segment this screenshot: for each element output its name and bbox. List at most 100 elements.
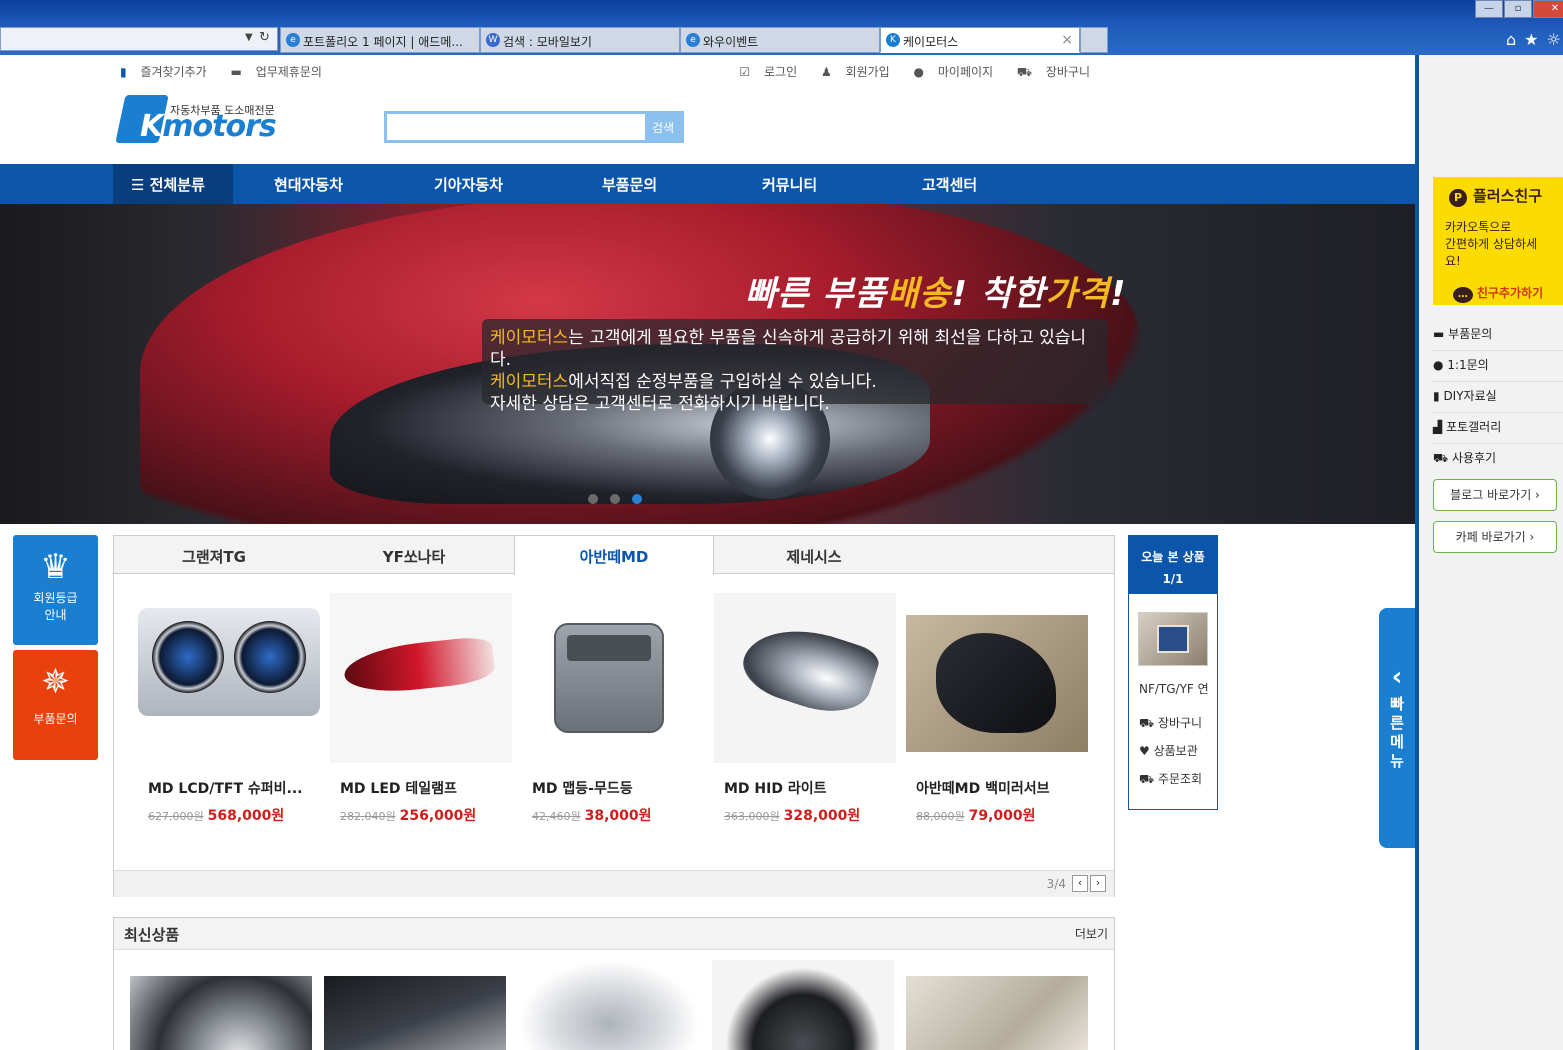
side-link-parts-inquiry[interactable]: ▬ 부품문의 bbox=[1431, 317, 1563, 351]
check-icon: ☑ bbox=[739, 65, 751, 79]
main-nav: ☰ 전체분류 현대자동차 기아자동차 부품문의 커뮤니티 고객센터 bbox=[0, 164, 1415, 204]
side-link-reviews[interactable]: ⛟ 사용후기 bbox=[1431, 441, 1563, 475]
nav-kia[interactable]: 기아자동차 bbox=[434, 174, 503, 195]
new-product-image[interactable] bbox=[518, 960, 700, 1050]
ie-icon: e bbox=[686, 33, 700, 47]
side-link-diy[interactable]: ▮ DIY자료실 bbox=[1431, 379, 1563, 413]
product-tab-box: 그랜져TG YF쏘나타 아반떼MD 제네시스 MD LCD/TFT 슈퍼비...… bbox=[113, 535, 1115, 897]
product-tabs: 그랜져TG YF쏘나타 아반떼MD 제네시스 bbox=[114, 536, 1114, 575]
prev-page-button[interactable]: ‹ bbox=[1072, 875, 1088, 892]
product-card[interactable]: MD LED 테일램프 282,040원 256,000원 bbox=[330, 593, 512, 824]
newest-title: 최신상품 bbox=[114, 918, 1114, 950]
new-product-image[interactable] bbox=[324, 976, 506, 1050]
search-input[interactable] bbox=[387, 114, 642, 140]
nav-hyundai[interactable]: 현대자동차 bbox=[274, 174, 343, 195]
side-link-1to1[interactable]: ● 1:1문의 bbox=[1431, 348, 1563, 382]
new-product-image[interactable] bbox=[906, 976, 1088, 1050]
user-icon: ● bbox=[913, 65, 925, 79]
tab-genesis[interactable]: 제네시스 bbox=[714, 536, 914, 574]
person-icon: ♟ bbox=[820, 65, 832, 79]
recent-product-thumb[interactable] bbox=[1138, 612, 1208, 666]
kakao-p-icon: P bbox=[1449, 189, 1467, 207]
browser-tab-kmotors[interactable]: K 케이모터스 × bbox=[880, 27, 1080, 53]
nav-all-categories[interactable]: ☰ 전체분류 bbox=[113, 164, 233, 204]
browser-tab-search[interactable]: W 검색 : 모바일보기 bbox=[480, 27, 680, 53]
browser-tab-portfolio[interactable]: e 포트폴리오 1 페이지 | 애드메... bbox=[280, 27, 480, 53]
chart-icon: ▟ bbox=[1433, 420, 1443, 434]
side-link-photo-gallery[interactable]: ▟ 포토갤러리 bbox=[1431, 410, 1563, 444]
add-friend-button[interactable]: … 친구추가하기 bbox=[1445, 284, 1551, 303]
cart-link[interactable]: ⛟ 장바구니 bbox=[1017, 65, 1100, 79]
chat-icon: ● bbox=[1433, 358, 1444, 372]
next-page-button[interactable]: › bbox=[1090, 875, 1106, 892]
window-controls: — ▫ ✕ bbox=[1474, 0, 1563, 18]
refresh-icon[interactable]: ↻ bbox=[259, 30, 270, 45]
hero-headline: 빠른 부품배송! 착한가격! bbox=[745, 274, 1127, 314]
kakao-plus-friend-banner[interactable]: P 플러스친구 카카오톡으로 간편하게 상담하세요! … 친구추가하기 bbox=[1433, 177, 1563, 305]
product-image bbox=[138, 593, 320, 763]
cart-icon: ⛟ bbox=[1016, 65, 1032, 79]
product-card[interactable]: MD 맵등-무드등 42,460원 38,000원 bbox=[522, 593, 704, 824]
minimize-button[interactable]: — bbox=[1475, 0, 1503, 18]
more-link[interactable]: 더보기 bbox=[1075, 925, 1108, 942]
ie-icon: e bbox=[286, 33, 300, 47]
truck-icon: ⛟ bbox=[1139, 772, 1155, 786]
card-icon: ▬ bbox=[1433, 327, 1445, 341]
blog-button[interactable]: 블로그 바로가기 › bbox=[1433, 479, 1557, 511]
parts-inquiry-float-button[interactable]: ✵ 부품문의 bbox=[13, 650, 98, 760]
recently-viewed-panel: 오늘 본 상품 1/1 NF/TG/YF 연 ⛟ 장바구니 ♥ 상품보관 ⛟ 주문… bbox=[1128, 535, 1218, 810]
search-box: 검색 bbox=[384, 111, 684, 143]
new-product-image[interactable] bbox=[130, 976, 312, 1050]
nav-customer-center[interactable]: 고객센터 bbox=[922, 174, 977, 195]
nav-parts-inquiry[interactable]: 부품문의 bbox=[602, 174, 657, 195]
crown-icon: ♛ bbox=[40, 547, 71, 587]
tab-yf-sonata[interactable]: YF쏘나타 bbox=[314, 536, 514, 574]
right-side-panel: P 플러스친구 카카오톡으로 간편하게 상담하세요! … 친구추가하기 ▬ 부품문의… bbox=[1415, 55, 1563, 1050]
dropdown-icon[interactable]: ▼ bbox=[245, 32, 253, 43]
hero-banner[interactable]: 빠른 부품배송! 착한가격! 케이모터스는 고객에게 필요한 부품을 신속하게 … bbox=[0, 204, 1415, 524]
recent-order-link[interactable]: ⛟ 주문조회 bbox=[1139, 770, 1202, 788]
product-card[interactable]: 아반떼MD 백미러서브 88,000원 79,000원 bbox=[906, 593, 1088, 824]
search-button[interactable]: 검색 bbox=[645, 114, 681, 140]
mypage-link[interactable]: ● 마이페이지 bbox=[914, 65, 1004, 79]
cart-icon: ⛟ bbox=[1139, 716, 1155, 730]
address-bar[interactable]: ▼ ↻ bbox=[0, 27, 278, 51]
bookmark-icon: ▮ bbox=[120, 65, 127, 79]
recent-cart-link[interactable]: ⛟ 장바구니 bbox=[1139, 714, 1202, 732]
card-icon: ▬ bbox=[230, 65, 242, 79]
product-card[interactable]: MD HID 라이트 363,000원 328,000원 bbox=[714, 593, 896, 824]
talk-icon: … bbox=[1452, 287, 1473, 303]
product-pager: 3/4 ‹ › bbox=[114, 870, 1114, 897]
browser-tab-wow[interactable]: e 와우이벤트 bbox=[680, 27, 880, 53]
cafe-button[interactable]: 카페 바로가기 › bbox=[1433, 521, 1557, 553]
recent-product-name[interactable]: NF/TG/YF 연 bbox=[1139, 680, 1209, 697]
product-image bbox=[906, 593, 1088, 763]
close-tab-icon[interactable]: × bbox=[1061, 32, 1073, 48]
chevron-left-icon: ‹ bbox=[1391, 662, 1403, 692]
product-image bbox=[522, 593, 704, 763]
web-page: ▮ 즐겨찾기추가 ▬ 업무제휴문의 ☑ 로그인 ♟ 회원가입 ● 마이페이지 ⛟… bbox=[0, 55, 1415, 1050]
slider-dot-active[interactable] bbox=[632, 494, 642, 504]
quick-menu-tab[interactable]: ‹ 빠 른 메 뉴 bbox=[1379, 608, 1415, 848]
login-link[interactable]: ☑ 로그인 bbox=[739, 65, 807, 79]
new-tab-button[interactable] bbox=[1080, 27, 1108, 53]
member-grade-button[interactable]: ♛ 회원등급 안내 bbox=[13, 535, 98, 645]
new-product-image[interactable] bbox=[712, 960, 894, 1050]
maximize-button[interactable]: ▫ bbox=[1504, 0, 1532, 18]
tab-grandeur-tg[interactable]: 그랜져TG bbox=[114, 536, 314, 574]
kmotors-icon: K bbox=[886, 33, 900, 47]
site-logo[interactable]: Kmotors 자동차부품 도소매전문 bbox=[115, 95, 278, 145]
nav-community[interactable]: 커뮤니티 bbox=[762, 174, 817, 195]
slider-dots bbox=[588, 493, 654, 507]
close-button[interactable]: ✕ bbox=[1533, 0, 1563, 18]
browser-toolbar-icons[interactable]: ⌂★☼ bbox=[1506, 30, 1563, 49]
join-link[interactable]: ♟ 회원가입 bbox=[821, 65, 900, 79]
slider-dot[interactable] bbox=[588, 494, 598, 504]
partnership-link[interactable]: ▬ 업무제휴문의 bbox=[231, 65, 332, 79]
slider-dot[interactable] bbox=[610, 494, 620, 504]
recent-wishlist-link[interactable]: ♥ 상품보관 bbox=[1139, 742, 1198, 759]
cart-icon: ⛟ bbox=[1433, 451, 1449, 465]
tab-avante-md[interactable]: 아반떼MD bbox=[514, 536, 714, 575]
bookmark-link[interactable]: ▮ 즐겨찾기추가 bbox=[120, 65, 217, 79]
product-card[interactable]: MD LCD/TFT 슈퍼비... 627,000원 568,000원 bbox=[138, 593, 320, 824]
